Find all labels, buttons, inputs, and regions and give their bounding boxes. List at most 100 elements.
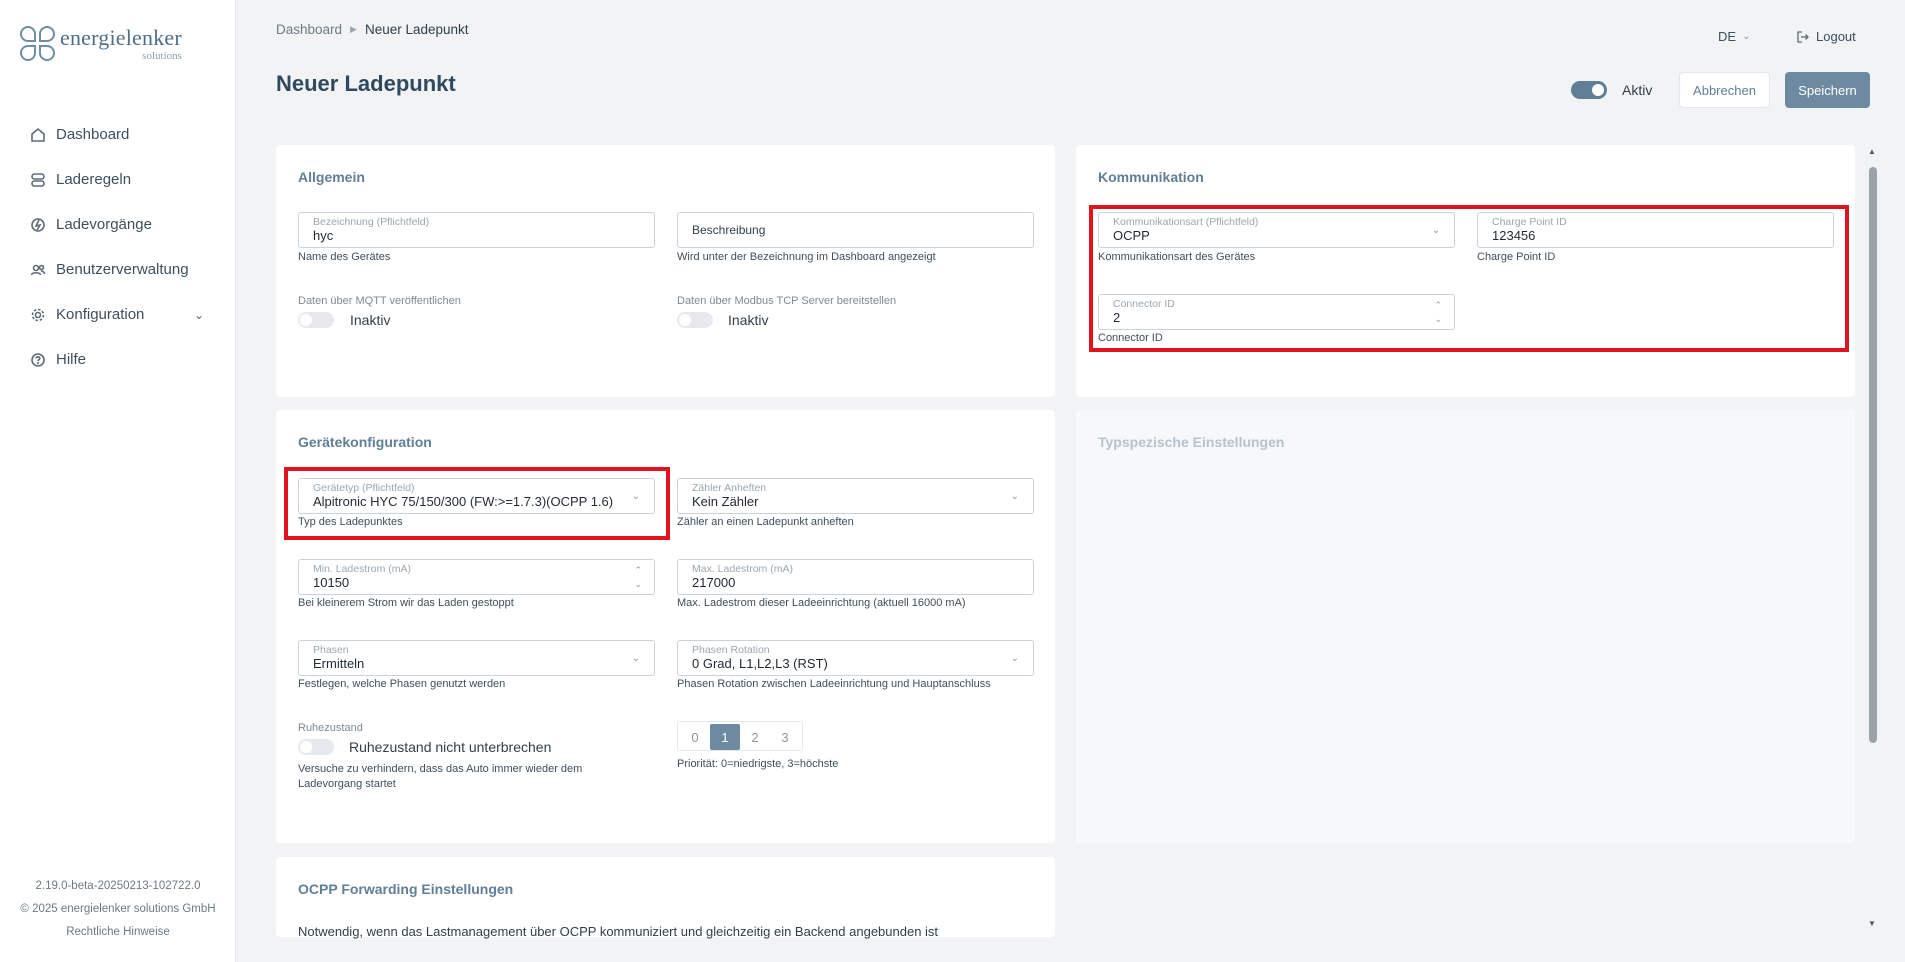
field-hint: Name des Gerätes [298,251,391,263]
sidebar-item-hilfe[interactable]: Hilfe [0,337,236,382]
chevron-down-icon: ⌄ [1010,491,1019,502]
field-placeholder: Beschreibung [692,223,766,237]
field-hint: Phasen Rotation zwischen Ladeeinrichtung… [677,678,991,690]
page-title: Neuer Ladepunkt [276,71,456,96]
rest-text: Ruhezustand nicht unterbrechen [349,739,552,755]
sidebar-item-ladevorgaenge[interactable]: Ladevorgänge [0,202,236,247]
description-field[interactable]: Beschreibung [677,212,1034,248]
save-button[interactable]: Speichern [1785,72,1870,108]
field-hint: Versuche zu verhindern, dass das Auto im… [298,763,583,790]
field-label: Bezeichnung (Pflichtfeld) [313,216,430,228]
phases-select[interactable]: Phasen Ermitteln ⌄ [298,640,655,676]
meter-select[interactable]: Zähler Anheften Kein Zähler ⌄ [677,478,1034,514]
logo-mark-icon [20,26,56,62]
card-allgemein: Allgemein Bezeichnung (Pflichtfeld) hyc … [276,145,1055,397]
logo[interactable]: energielenker solutions [20,26,182,62]
modbus-label: Daten über Modbus TCP Server bereitstell… [677,295,897,307]
breadcrumb-separator-icon: ▶ [350,24,357,34]
field-value: Ermitteln [313,656,365,671]
field-value: 10150 [313,575,350,590]
field-label: Zähler Anheften [692,482,767,494]
modbus-toggle[interactable] [677,312,713,328]
card-typspezifisch: Typspezische Einstellungen [1076,410,1855,843]
priority-option[interactable]: 3 [770,724,800,750]
logout-icon [1797,30,1809,43]
field-value: Kein Zähler [692,494,759,509]
card-title: Allgemein [298,169,365,185]
sidebar-item-konfiguration[interactable]: Konfiguration ⌄ [0,292,236,337]
card-ocpp-forwarding: OCPP Forwarding Einstellungen Notwendig,… [276,857,1055,939]
sidebar-footer: 2.19.0-beta-20250213-102722.0 © 2025 ene… [0,875,236,944]
cancel-button[interactable]: Abbrechen [1679,72,1770,108]
modbus-state: Inaktiv [728,312,769,328]
min-current-field[interactable]: Min. Ladestrom (mA) 10150 ⌃ ⌄ [298,559,655,595]
max-current-field[interactable]: Max. Ladestrom (mA) 217000 [677,559,1034,595]
users-icon [30,264,46,275]
sidebar-item-label: Konfiguration [56,306,145,323]
scrollbar-thumb[interactable] [1869,167,1877,743]
card-title: Typspezische Einstellungen [1098,434,1285,450]
language-value: DE [1718,29,1737,44]
card-title: OCPP Forwarding Einstellungen [298,881,514,897]
active-toggle[interactable] [1571,81,1607,99]
card-title: Gerätekonfiguration [298,434,432,450]
rest-toggle[interactable] [298,739,334,755]
field-hint: Max. Ladestrom dieser Ladeeinrichtung (a… [677,597,966,609]
card-title: Kommunikation [1098,169,1204,185]
legal-link[interactable]: Rechtliche Hinweise [0,921,236,944]
card-text: Notwendig, wenn das Lastmanagement über … [298,924,939,939]
field-value: hyc [313,228,334,243]
charging-icon [31,217,45,232]
gear-icon [31,308,45,321]
language-select[interactable]: DE ⌄ [1718,29,1750,44]
scroll-up-icon[interactable]: ▲ [1868,147,1876,156]
sidebar-item-benutzerverwaltung[interactable]: Benutzerverwaltung [0,247,236,292]
phase-rotation-select[interactable]: Phasen Rotation 0 Grad, L1,L2,L3 (RST) ⌄ [677,640,1034,676]
chevron-down-icon: ⌄ [631,653,640,664]
priority-option-selected[interactable]: 1 [710,724,740,750]
home-icon [31,127,45,142]
sidebar: energielenker solutions Dashboard Ladere… [0,0,236,962]
scrollbar[interactable]: ▲ ▼ [1866,145,1880,945]
priority-selector: 0 1 2 3 [677,721,803,751]
sidebar-item-label: Ladevorgänge [56,216,152,233]
help-icon [31,352,45,367]
chevron-down-icon: ⌄ [1742,31,1751,42]
logo-sub: solutions [142,50,182,62]
field-label: Max. Ladestrom (mA) [692,563,793,575]
mqtt-label: Daten über MQTT veröffentlichen [298,295,461,307]
name-field[interactable]: Bezeichnung (Pflichtfeld) hyc [298,212,655,248]
scroll-down-icon[interactable]: ▼ [1868,919,1876,928]
stepper-icon[interactable]: ⌃ ⌄ [634,563,642,591]
highlight-device-type [284,467,670,540]
logo-name: energielenker [60,25,182,50]
field-hint: Priorität: 0=niedrigste, 3=höchste [677,758,839,770]
chevron-down-icon: ⌄ [193,307,204,322]
priority-option[interactable]: 2 [740,724,770,750]
highlight-communication [1089,205,1849,352]
field-hint: Zähler an einen Ladepunkt anheften [677,516,854,528]
mqtt-state: Inaktiv [350,312,391,328]
field-hint: Bei kleinerem Strom wir das Laden gestop… [298,597,514,609]
rules-icon [31,172,45,187]
field-value: 0 Grad, L1,L2,L3 (RST) [692,656,828,671]
breadcrumb: Dashboard ▶ Neuer Ladepunkt [276,22,469,37]
mqtt-toggle[interactable] [298,312,334,328]
field-label: Min. Ladestrom (mA) [313,563,412,575]
sidebar-item-laderegeln[interactable]: Laderegeln [0,157,236,202]
breadcrumb-root[interactable]: Dashboard [276,22,342,37]
field-hint: Festlegen, welche Phasen genutzt werden [298,678,506,690]
sidebar-item-label: Hilfe [56,351,87,368]
sidebar-item-dashboard[interactable]: Dashboard [0,112,236,157]
rest-label: Ruhezustand [298,722,363,734]
priority-option[interactable]: 0 [680,724,710,750]
field-value: 217000 [692,575,736,590]
copyright-text: © 2025 energielenker solutions GmbH [20,903,216,915]
sidebar-item-label: Laderegeln [56,171,132,188]
field-label: Phasen Rotation [692,644,770,656]
sidebar-item-label: Benutzerverwaltung [56,261,189,278]
logout-label: Logout [1816,29,1856,44]
logout-button[interactable]: Logout [1796,29,1856,44]
field-hint: Wird unter der Bezeichnung im Dashboard … [677,251,936,263]
field-label: Phasen [313,644,349,656]
